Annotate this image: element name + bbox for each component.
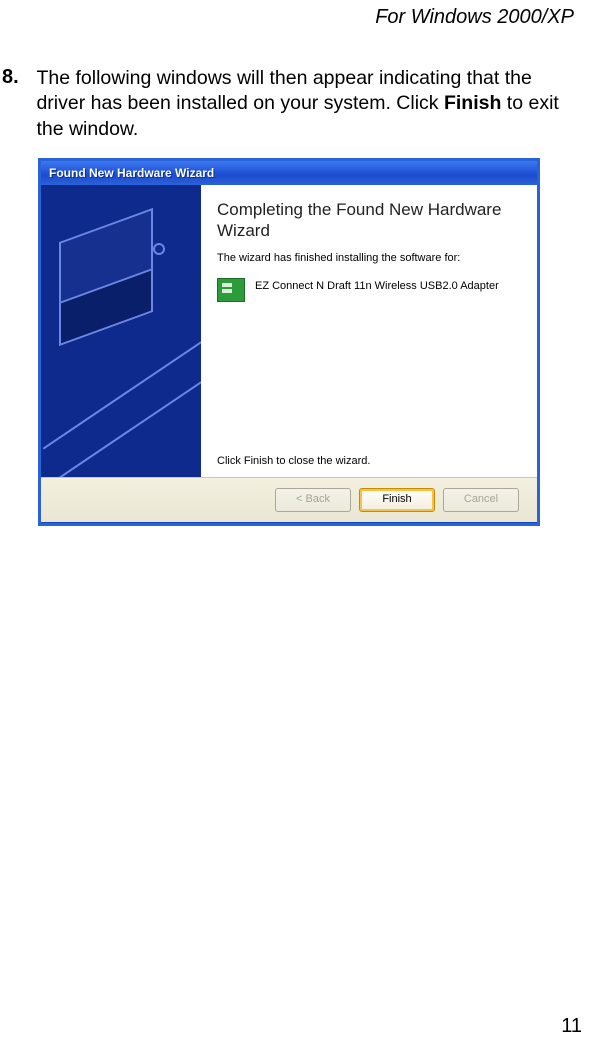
wizard-side-graphic [41,185,201,477]
instruction-step: 8. The following windows will then appea… [2,66,584,142]
step-text-bold: Finish [444,92,501,114]
step-number: 8. [2,66,32,89]
cancel-button: Cancel [443,488,519,512]
finish-button[interactable]: Finish [359,488,435,512]
page-number: 11 [561,1015,582,1038]
wizard-window: Found New Hardware Wizard Completing the… [38,158,540,526]
step-text: The following windows will then appear i… [36,66,576,142]
back-button: < Back [275,488,351,512]
wizard-heading: Completing the Found New Hardware Wizard [217,199,519,242]
wizard-main-pane: Completing the Found New Hardware Wizard… [201,185,537,477]
wizard-subtext: The wizard has finished installing the s… [217,252,519,264]
wizard-body: Completing the Found New Hardware Wizard… [41,185,537,477]
wizard-button-bar: < Back Finish Cancel [41,477,537,522]
wizard-close-text: Click Finish to close the wizard. [217,455,370,467]
wizard-titlebar: Found New Hardware Wizard [41,161,537,185]
page-header: For Windows 2000/XP [375,6,574,29]
wizard-device-name: EZ Connect N Draft 11n Wireless USB2.0 A… [255,278,499,292]
wizard-device-row: EZ Connect N Draft 11n Wireless USB2.0 A… [217,278,519,302]
network-adapter-icon [217,278,245,302]
